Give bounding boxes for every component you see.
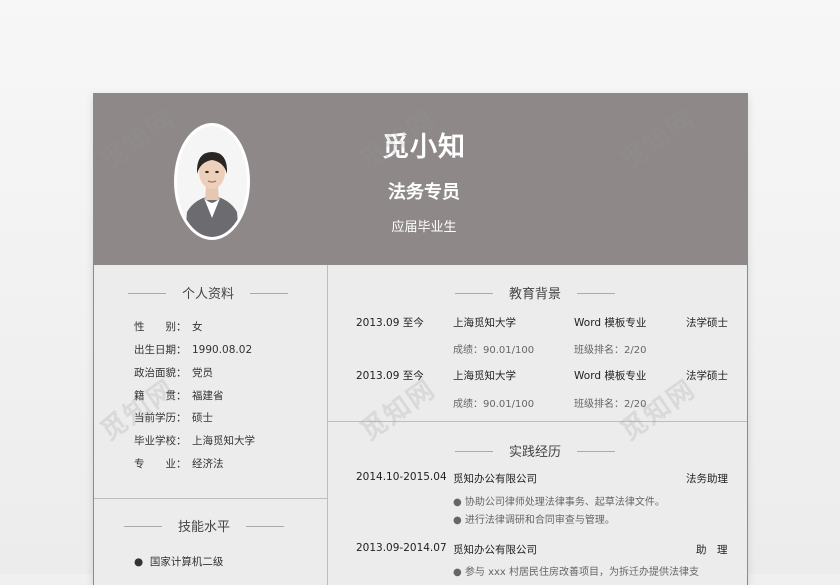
skill-text: 国家计算机二级 (149, 556, 224, 568)
personal-item-major: 专 业： 经济法 (134, 456, 224, 471)
field-value: 1990.08.02 (192, 344, 253, 356)
practice-bullet-text: 进行法律调研和合同审查与管理。 (464, 515, 615, 526)
practice-bullet: ● 协助公司律师处理法律事务、起草法律文件。 (453, 497, 665, 508)
education-school: 上海觅知大学 (453, 317, 516, 329)
field-label: 毕业学校： (134, 435, 187, 447)
practice-bullet: ● 进行法律调研和合同审查与管理。 (453, 515, 615, 526)
education-school: 上海觅知大学 (453, 370, 516, 382)
education-heading-text: 教育背景 (508, 287, 561, 302)
field-value: 女 (192, 321, 203, 333)
field-value: 经济法 (192, 458, 224, 470)
practice-date: 2014.10-2015.04 (356, 471, 447, 483)
resume-sheet: 觅小知 法务专员 应届毕业生 个人资料 性 别：女 出生日期： 1990.08.0… (93, 93, 748, 585)
practice-company: 觅知办公有限公司 (453, 473, 537, 485)
portrait-image (177, 126, 247, 237)
profile-photo (174, 123, 250, 240)
practice-date: 2013.09-2014.07 (356, 542, 447, 554)
section-divider (94, 498, 327, 499)
practice-heading-text: 实践经历 (508, 445, 561, 460)
skills-heading: 技能水平 (124, 516, 284, 536)
field-value: 硕士 (192, 412, 213, 424)
education-degree: 法学硕士 (686, 370, 728, 382)
skill-item: ● 国家计算机二级 (134, 556, 224, 568)
job-title: 法务专员 (388, 182, 460, 203)
skills-heading-text: 技能水平 (177, 520, 230, 535)
personal-item-school: 毕业学校： 上海觅知大学 (134, 433, 255, 448)
field-label: 出生日期： (134, 344, 187, 356)
personal-heading: 个人资料 (128, 283, 288, 303)
heading-rule-right (250, 293, 288, 294)
education-major: Word 模板专业 (574, 317, 647, 329)
practice-role: 助 理 (696, 544, 728, 556)
heading-rule-right (577, 451, 615, 452)
personal-heading-text: 个人资料 (181, 287, 234, 302)
field-value: 党员 (192, 367, 213, 379)
education-major: Word 模板专业 (574, 370, 647, 382)
education-score: 成绩：90.01/100 (453, 399, 535, 410)
education-score: 成绩：90.01/100 (453, 345, 535, 356)
education-degree: 法学硕士 (686, 317, 728, 329)
field-label: 专 业： (134, 458, 187, 470)
heading-rule-left (455, 451, 493, 452)
practice-bullet-text: 协助公司律师处理法律事务、起草法律文件。 (464, 497, 665, 508)
personal-item-politics: 政治面貌： 党员 (134, 365, 213, 380)
education-rank: 班级排名：2/20 (574, 345, 647, 356)
practice-bullet: ● 参与 xxx 村居民住房改善项目，为拆迁办提供法律支 (453, 567, 700, 578)
heading-rule-left (455, 293, 493, 294)
heading-rule-left (124, 526, 162, 527)
practice-role: 法务助理 (686, 473, 728, 485)
candidate-status: 应届毕业生 (391, 220, 457, 235)
heading-rule-right (577, 293, 615, 294)
heading-rule-right (246, 526, 284, 527)
personal-item-birthdate: 出生日期： 1990.08.02 (134, 342, 252, 357)
heading-rule-left (128, 293, 166, 294)
field-value: 福建省 (192, 390, 224, 402)
personal-item-gender: 性 别： 女 (134, 319, 203, 334)
field-label: 性 别： (134, 321, 187, 333)
practice-company: 觅知办公有限公司 (453, 544, 537, 556)
education-heading: 教育背景 (455, 283, 615, 303)
practice-heading: 实践经历 (455, 441, 615, 461)
practice-bullet-text: 参与 xxx 村居民住房改善项目，为拆迁办提供法律支 (464, 567, 700, 578)
education-date: 2013.09 至今 (356, 317, 424, 329)
field-value: 上海觅知大学 (192, 435, 255, 447)
